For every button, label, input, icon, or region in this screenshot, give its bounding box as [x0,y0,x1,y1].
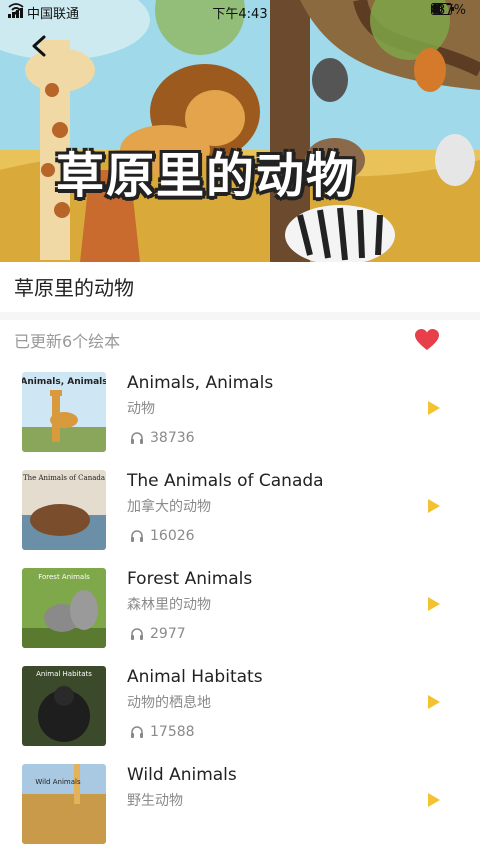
play-button[interactable] [427,792,441,808]
headphones-icon [131,432,143,444]
hero-illustration [0,0,480,262]
play-count-value: 38736 [150,430,195,446]
cover-title: Forest Animals [38,573,90,581]
book-cover: Forest Animals [22,568,106,648]
book-cover: The Animals of Canada [22,470,106,550]
book-cover: Animal Habitats [22,666,106,746]
item-subtitle: 动物 [127,401,155,417]
play-icon [428,695,440,709]
item-title: The Animals of Canada [127,471,324,491]
play-count-value: 2977 [150,626,186,642]
item-title: Forest Animals [127,569,253,589]
favorite-button[interactable] [414,328,440,352]
status-time: 下午4:43 [212,7,268,22]
item-title: Animal Habitats [127,667,263,687]
play-icon [428,597,440,611]
play-count: 17588 [130,724,195,740]
cover-title: Animals, Animals [22,377,106,387]
headphones-icon [131,726,143,738]
play-button[interactable] [427,400,441,416]
item-title: Animals, Animals [127,373,274,393]
play-count: 16026 [130,528,195,544]
hero-title: 草原里的动物 [56,148,357,204]
status-right: 37% [431,3,472,18]
play-count: 2977 [130,626,186,642]
list-item[interactable]: Animals, Animals Animals, Animals 动物 387… [0,356,480,454]
list-item[interactable]: Wild Animals Wild Animals 野生动物 [0,748,480,846]
chevron-left-icon [32,35,46,57]
book-cover: Wild Animals [22,764,106,844]
cover-title: The Animals of Canada [23,474,105,482]
status-bar: 中国联通 下午4:43 37% [0,0,480,24]
book-cover: Animals, Animals [22,372,106,452]
hero-banner: 中国联通 下午4:43 37% 草原里的动物 [0,0,480,262]
list-item[interactable]: Forest Animals Forest Animals 森林里的动物 297… [0,552,480,650]
update-count: 已更新6个绘本 [14,332,121,351]
headphones-icon [131,628,143,640]
item-subtitle: 森林里的动物 [127,597,211,613]
book-list: Animals, Animals Animals, Animals 动物 387… [0,356,480,846]
back-button[interactable] [28,34,52,58]
play-button[interactable] [427,498,441,514]
play-button[interactable] [427,596,441,612]
play-count: 38736 [130,430,195,446]
item-subtitle: 加拿大的动物 [127,499,211,515]
heart-icon [415,329,439,350]
play-icon [428,793,440,807]
list-item[interactable]: The Animals of Canada The Animals of Can… [0,454,480,552]
play-count-value: 16026 [150,528,195,544]
play-count-value: 17588 [150,724,195,740]
section-divider [0,312,480,320]
item-subtitle: 动物的栖息地 [127,695,211,711]
cover-title: Animal Habitats [36,670,92,678]
list-item[interactable]: Animal Habitats Animal Habitats 动物的栖息地 1… [0,650,480,748]
play-icon [428,401,440,415]
play-icon [428,499,440,513]
item-title: Wild Animals [127,765,237,785]
item-subtitle: 野生动物 [127,793,183,809]
headphones-icon [131,530,143,542]
cover-title: Wild Animals [35,778,81,786]
play-button[interactable] [427,694,441,710]
page-title: 草原里的动物 [14,276,134,300]
